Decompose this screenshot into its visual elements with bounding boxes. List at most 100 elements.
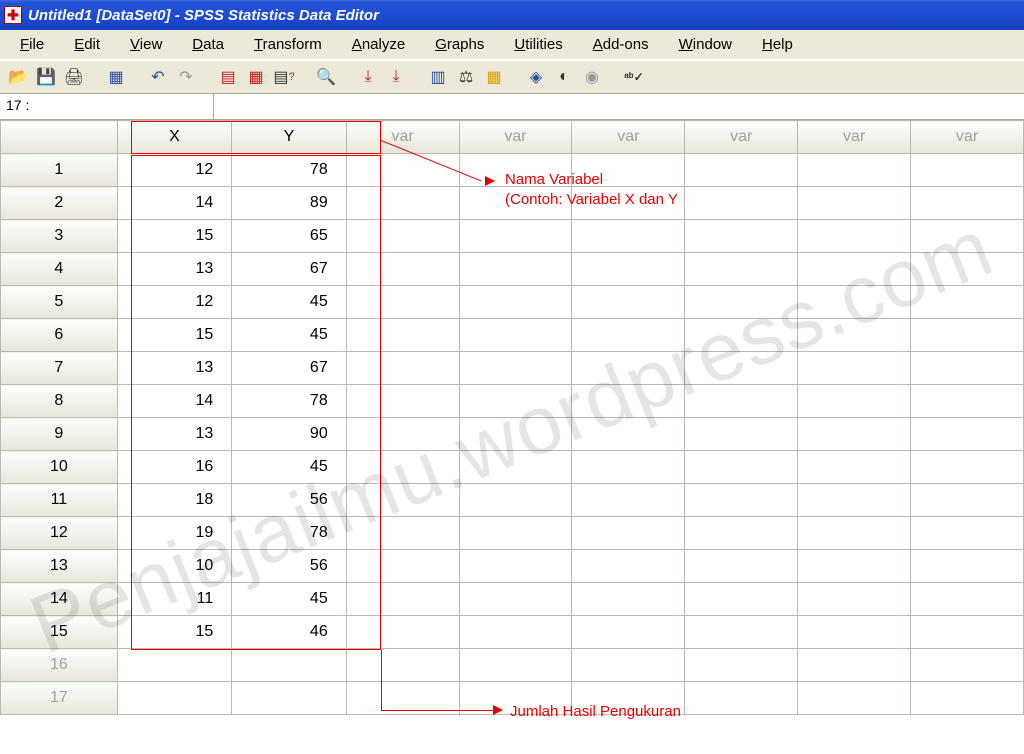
cell[interactable]: 14: [117, 385, 231, 418]
row-header[interactable]: 8: [1, 385, 118, 418]
cell-empty[interactable]: [459, 253, 572, 286]
cell-empty[interactable]: [459, 517, 572, 550]
cell-empty[interactable]: [911, 616, 1024, 649]
cell-empty[interactable]: [685, 385, 798, 418]
cell[interactable]: 89: [232, 187, 346, 220]
column-header-empty[interactable]: var: [572, 121, 685, 154]
cell-empty[interactable]: [232, 682, 346, 715]
cell-empty[interactable]: [572, 253, 685, 286]
cell-empty[interactable]: [346, 319, 459, 352]
table-row[interactable]: 11278: [1, 154, 1024, 187]
cell-empty[interactable]: [685, 253, 798, 286]
column-header-empty[interactable]: var: [459, 121, 572, 154]
spellcheck-icon[interactable]: ᵃᵇ✓: [622, 65, 646, 89]
cell-empty[interactable]: [459, 220, 572, 253]
row-header[interactable]: 3: [1, 220, 118, 253]
cell[interactable]: 13: [117, 352, 231, 385]
cell-empty[interactable]: [798, 616, 911, 649]
row-header[interactable]: 2: [1, 187, 118, 220]
cell-empty[interactable]: [459, 154, 572, 187]
cell[interactable]: 78: [232, 385, 346, 418]
table-row[interactable]: 101645: [1, 451, 1024, 484]
cell-empty[interactable]: [459, 451, 572, 484]
cell-empty[interactable]: [685, 187, 798, 220]
cell-empty[interactable]: [346, 286, 459, 319]
cell-empty[interactable]: [459, 484, 572, 517]
row-header[interactable]: 17: [1, 682, 118, 715]
cell-empty[interactable]: [911, 220, 1024, 253]
row-header[interactable]: 4: [1, 253, 118, 286]
column-header-empty[interactable]: var: [346, 121, 459, 154]
cell-empty[interactable]: [911, 154, 1024, 187]
cell-empty[interactable]: [346, 616, 459, 649]
column-header-X[interactable]: X: [117, 121, 231, 154]
cell-empty[interactable]: [346, 418, 459, 451]
row-header[interactable]: 16: [1, 649, 118, 682]
menu-window[interactable]: Window: [665, 33, 746, 56]
cell-empty[interactable]: [572, 187, 685, 220]
menu-file[interactable]: File: [6, 33, 58, 56]
cell-empty[interactable]: [685, 583, 798, 616]
cell[interactable]: 45: [232, 319, 346, 352]
cell-empty[interactable]: [459, 352, 572, 385]
cell-empty[interactable]: [911, 385, 1024, 418]
table-row[interactable]: 41367: [1, 253, 1024, 286]
cell-empty[interactable]: [685, 550, 798, 583]
cell-empty[interactable]: [685, 451, 798, 484]
cell-empty[interactable]: [798, 286, 911, 319]
cell-empty[interactable]: [572, 319, 685, 352]
cell[interactable]: 12: [117, 286, 231, 319]
table-row[interactable]: 111856: [1, 484, 1024, 517]
cell-empty[interactable]: [798, 583, 911, 616]
cell-empty[interactable]: [572, 352, 685, 385]
cell-empty[interactable]: [685, 286, 798, 319]
cell[interactable]: 46: [232, 616, 346, 649]
cell-empty[interactable]: [346, 682, 459, 715]
cell-empty[interactable]: [911, 583, 1024, 616]
table-row[interactable]: 151546: [1, 616, 1024, 649]
cell-empty[interactable]: [911, 253, 1024, 286]
cell[interactable]: 15: [117, 616, 231, 649]
cell-empty[interactable]: [911, 517, 1024, 550]
cell-empty[interactable]: [346, 154, 459, 187]
cell-empty[interactable]: [459, 418, 572, 451]
cell-empty[interactable]: [685, 484, 798, 517]
cell[interactable]: 13: [117, 253, 231, 286]
table-row[interactable]: 141145: [1, 583, 1024, 616]
cell-empty[interactable]: [459, 649, 572, 682]
menu-edit[interactable]: Edit: [60, 33, 114, 56]
cell-empty[interactable]: [346, 385, 459, 418]
cell-empty[interactable]: [911, 187, 1024, 220]
cell-empty[interactable]: [911, 550, 1024, 583]
redo-icon[interactable]: ↷: [174, 65, 198, 89]
cell-empty[interactable]: [346, 583, 459, 616]
cell-empty[interactable]: [572, 583, 685, 616]
save-icon[interactable]: 💾: [34, 65, 58, 89]
row-header[interactable]: 12: [1, 517, 118, 550]
cell-empty[interactable]: [798, 154, 911, 187]
cell-empty[interactable]: [346, 451, 459, 484]
cell[interactable]: 16: [117, 451, 231, 484]
value-labels-icon[interactable]: ◈: [524, 65, 548, 89]
cell-empty[interactable]: [459, 682, 572, 715]
column-header-empty[interactable]: var: [798, 121, 911, 154]
cell-empty[interactable]: [346, 649, 459, 682]
cell-empty[interactable]: [459, 319, 572, 352]
menu-data[interactable]: Data: [178, 33, 238, 56]
cell-empty[interactable]: [685, 319, 798, 352]
cell-empty[interactable]: [798, 187, 911, 220]
cell-empty[interactable]: [572, 154, 685, 187]
cell-empty[interactable]: [798, 352, 911, 385]
cell[interactable]: 15: [117, 319, 231, 352]
undo-icon[interactable]: ↶: [146, 65, 170, 89]
cell[interactable]: 19: [117, 517, 231, 550]
table-row[interactable]: 121978: [1, 517, 1024, 550]
split-file-icon[interactable]: ▥: [426, 65, 450, 89]
cell-empty[interactable]: [798, 220, 911, 253]
cell-empty[interactable]: [798, 385, 911, 418]
cell[interactable]: 56: [232, 484, 346, 517]
menu-help[interactable]: Help: [748, 33, 807, 56]
cell-empty[interactable]: [117, 649, 231, 682]
open-icon[interactable]: 📂: [6, 65, 30, 89]
find-icon[interactable]: 🔍: [314, 65, 338, 89]
